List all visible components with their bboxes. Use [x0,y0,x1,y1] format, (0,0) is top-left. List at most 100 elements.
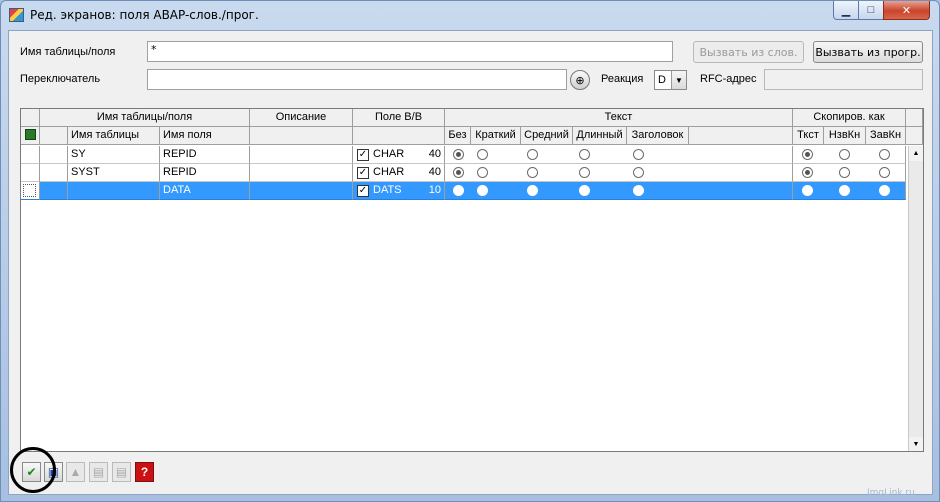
scroll-down-icon[interactable]: ▼ [909,437,923,451]
switch-value-help-icon[interactable]: ⊕ [570,70,590,90]
io-field-checkbox[interactable]: ✓ [357,149,369,161]
cell-field-name[interactable]: REPID [160,146,250,164]
call-from-program-button[interactable]: Вызвать из прогр. [813,41,923,63]
radio-copy-head-short[interactable] [879,167,890,178]
column-header-table-name[interactable]: Имя таблицы [68,127,160,145]
cell-io-field[interactable]: ✓ CHAR 40 [353,146,445,164]
cell-copy-options [793,182,906,200]
rfc-address-input[interactable] [764,69,923,90]
cell-field-name[interactable]: DATA [160,182,250,200]
io-field-length: 10 [428,184,441,196]
column-header-heading[interactable]: Заголовок [627,127,689,145]
radio-text-long[interactable] [579,149,590,160]
radio-copy-head-short[interactable] [879,185,890,196]
radio-text-none[interactable] [453,149,464,160]
row-selector[interactable] [21,164,40,182]
radio-text-none[interactable] [453,185,464,196]
cell-field-name[interactable]: REPID [160,164,250,182]
cell-io-field[interactable]: ✓ CHAR 40 [353,164,445,182]
io-field-checkbox[interactable]: ✓ [357,185,369,197]
io-field-type: CHAR [373,166,405,178]
radio-copy-head-short[interactable] [879,149,890,160]
radio-text-medium[interactable] [527,167,538,178]
radio-copy-text[interactable] [802,185,813,196]
row-blank [40,164,68,182]
reaction-select[interactable]: D ▼ [654,70,687,90]
column-header-short[interactable]: Краткий [471,127,521,145]
io-field-length: 40 [428,166,441,178]
radio-text-short[interactable] [477,167,488,178]
radio-copy-text[interactable] [802,149,813,160]
dialog-body: Имя таблицы/поля * Вызвать из слов. Вызв… [8,30,933,495]
column-header-medium[interactable]: Средний [521,127,573,145]
radio-text-heading[interactable] [633,185,644,196]
group-header-description: Описание [250,109,353,127]
radio-copy-name-short[interactable] [839,167,850,178]
column-header-copy-text[interactable]: Ткст [793,127,824,145]
vertical-scrollbar[interactable]: ▲ ▼ [908,146,923,451]
maximize-button[interactable]: □ [858,1,884,20]
table-field-input[interactable]: * [147,41,673,62]
cell-table-name[interactable]: SY [68,146,160,164]
group-header-text: Текст [445,109,793,127]
table-empty-area [21,200,908,451]
cell-text-options [445,164,793,182]
switch-input[interactable] [147,69,567,90]
radio-copy-text[interactable] [802,167,813,178]
call-from-dictionary-button[interactable]: Вызвать из слов. [693,41,804,63]
table-field-label: Имя таблицы/поля [20,46,116,58]
row-blank [40,146,68,164]
cell-text-options [445,146,793,164]
group-header-copy-as: Скопиров. как [793,109,906,127]
radio-text-heading[interactable] [633,167,644,178]
io-field-type: CHAR [373,148,405,160]
column-header-io-blank [353,127,445,145]
reaction-value: D [658,74,666,86]
fields-table: Имя таблицы/поля Описание Поле В/В Текст… [20,108,924,452]
radio-text-long[interactable] [579,185,590,196]
column-header-field-name[interactable]: Имя поля [160,127,250,145]
column-header-long[interactable]: Длинный [573,127,627,145]
save-local-button[interactable]: ▤ [89,462,108,482]
cell-table-name[interactable]: SYST [68,164,160,182]
row-selector[interactable] [21,182,40,200]
radio-copy-name-short[interactable] [839,149,850,160]
cell-io-field[interactable]: ✓ DATS 10 [353,182,445,200]
cell-description[interactable] [250,164,353,182]
help-button[interactable]: ? [135,462,154,482]
scroll-up-icon[interactable]: ▲ [909,146,923,161]
column-header-name-short[interactable]: НзвКн [824,127,866,145]
radio-text-long[interactable] [579,167,590,178]
column-settings-icon[interactable] [21,127,40,145]
row-blank [40,182,68,200]
cell-description[interactable] [250,146,353,164]
column-header-none[interactable]: Без [445,127,471,145]
radio-text-heading[interactable] [633,149,644,160]
cell-table-name[interactable] [68,182,160,200]
radio-text-none[interactable] [453,167,464,178]
window-title: Ред. экранов: поля ABAP-слов./прог. [30,8,259,22]
column-header-text-blank [689,127,793,145]
title-bar[interactable]: Ред. экранов: поля ABAP-слов./прог. ▁ □ … [1,1,939,29]
io-field-length: 40 [428,148,441,160]
chevron-down-icon[interactable]: ▼ [671,71,686,89]
reaction-label: Реакция [601,73,644,85]
io-field-checkbox[interactable]: ✓ [357,167,369,179]
save-as-button[interactable]: ▤ [112,462,131,482]
close-button[interactable]: ✕ [883,1,930,20]
watermark: ImgLink.ru [867,488,915,498]
minimize-button[interactable]: ▁ [833,1,859,20]
switch-label: Переключатель [20,73,101,85]
row-selector[interactable] [21,146,40,164]
cell-description[interactable] [250,182,353,200]
column-header-head-short[interactable]: ЗавКн [866,127,906,145]
radio-text-short[interactable] [477,185,488,196]
dialog-window: Ред. экранов: поля ABAP-слов./прог. ▁ □ … [0,0,940,502]
move-up-button[interactable]: ▲ [66,462,85,482]
cell-text-options [445,182,793,200]
radio-text-medium[interactable] [527,149,538,160]
radio-text-medium[interactable] [527,185,538,196]
radio-text-short[interactable] [477,149,488,160]
header-spacer-right [906,109,923,127]
radio-copy-name-short[interactable] [839,185,850,196]
